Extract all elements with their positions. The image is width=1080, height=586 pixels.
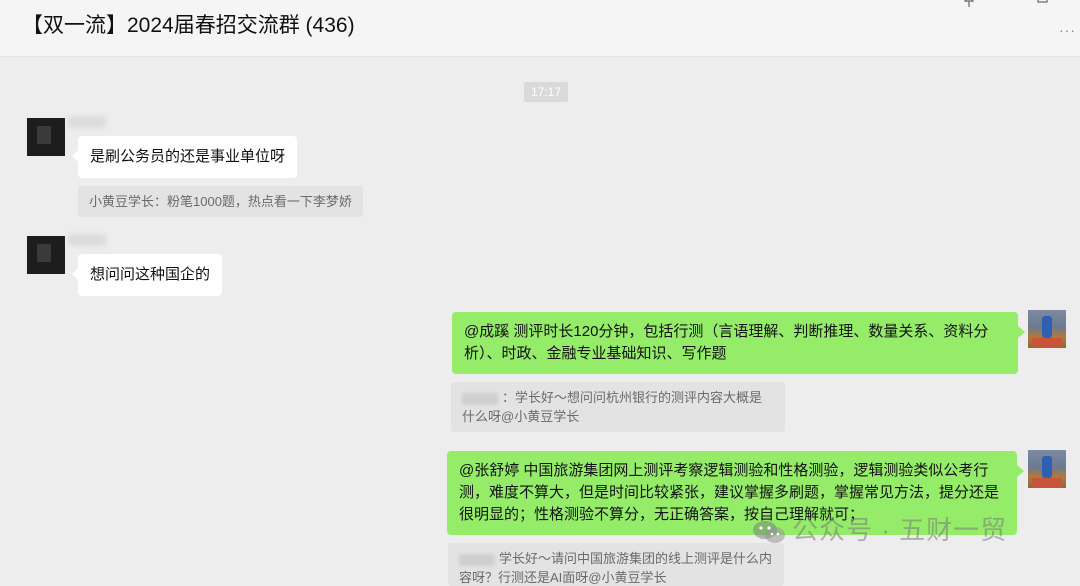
sender-name-blurred (68, 234, 106, 246)
quoted-message[interactable]: ：学长好～想问问杭州银行的测评内容大概是什么呀@小黄豆学长 (451, 382, 785, 432)
sender-name-blurred (68, 116, 106, 128)
chat-title-bar: 【双一流】2024届春招交流群 (436) ··· (0, 0, 1080, 57)
minimize-icon[interactable] (998, 0, 1012, 11)
watermark: 公众号 · 五财一贸 (752, 510, 1007, 547)
quoted-text: ：学长好～想问问杭州银行的测评内容大概是什么呀@小黄豆学长 (462, 390, 763, 424)
message-bubble-outgoing[interactable]: @成蹊 测评时长120分钟，包括行测（言语理解、判断推理、数量关系、资料分析）、… (452, 312, 1025, 374)
maximize-icon[interactable] (1036, 0, 1050, 11)
quoted-message[interactable]: 小黄豆学长：粉笔1000题，热点看一下李梦娇 (78, 186, 363, 217)
avatar-self[interactable] (1028, 310, 1066, 348)
watermark-text: 公众号 · 五财一贸 (792, 515, 1008, 545)
pin-icon[interactable] (962, 0, 976, 11)
time-divider: 17:17 (524, 82, 568, 102)
name-blurred (462, 392, 498, 405)
message-bubble[interactable]: 想问问这种国企的 (71, 254, 223, 296)
avatar-self[interactable] (1028, 450, 1066, 488)
quoted-message[interactable]: 学长好～请问中国旅游集团的线上测评是什么内容呀？行测还是AI面呀@小黄豆学长 (448, 543, 784, 586)
name-blurred (459, 553, 495, 566)
avatar[interactable] (27, 118, 65, 156)
avatar[interactable] (27, 236, 65, 274)
wechat-icon (752, 519, 786, 545)
more-options-icon[interactable]: ··· (1059, 22, 1076, 38)
chat-title: 【双一流】2024届春招交流群 (436) (22, 14, 355, 37)
quoted-text: 学长好～请问中国旅游集团的线上测评是什么内容呀？行测还是AI面呀@小黄豆学长 (459, 551, 773, 585)
message-bubble[interactable]: 是刷公务员的还是事业单位呀 (71, 136, 298, 178)
